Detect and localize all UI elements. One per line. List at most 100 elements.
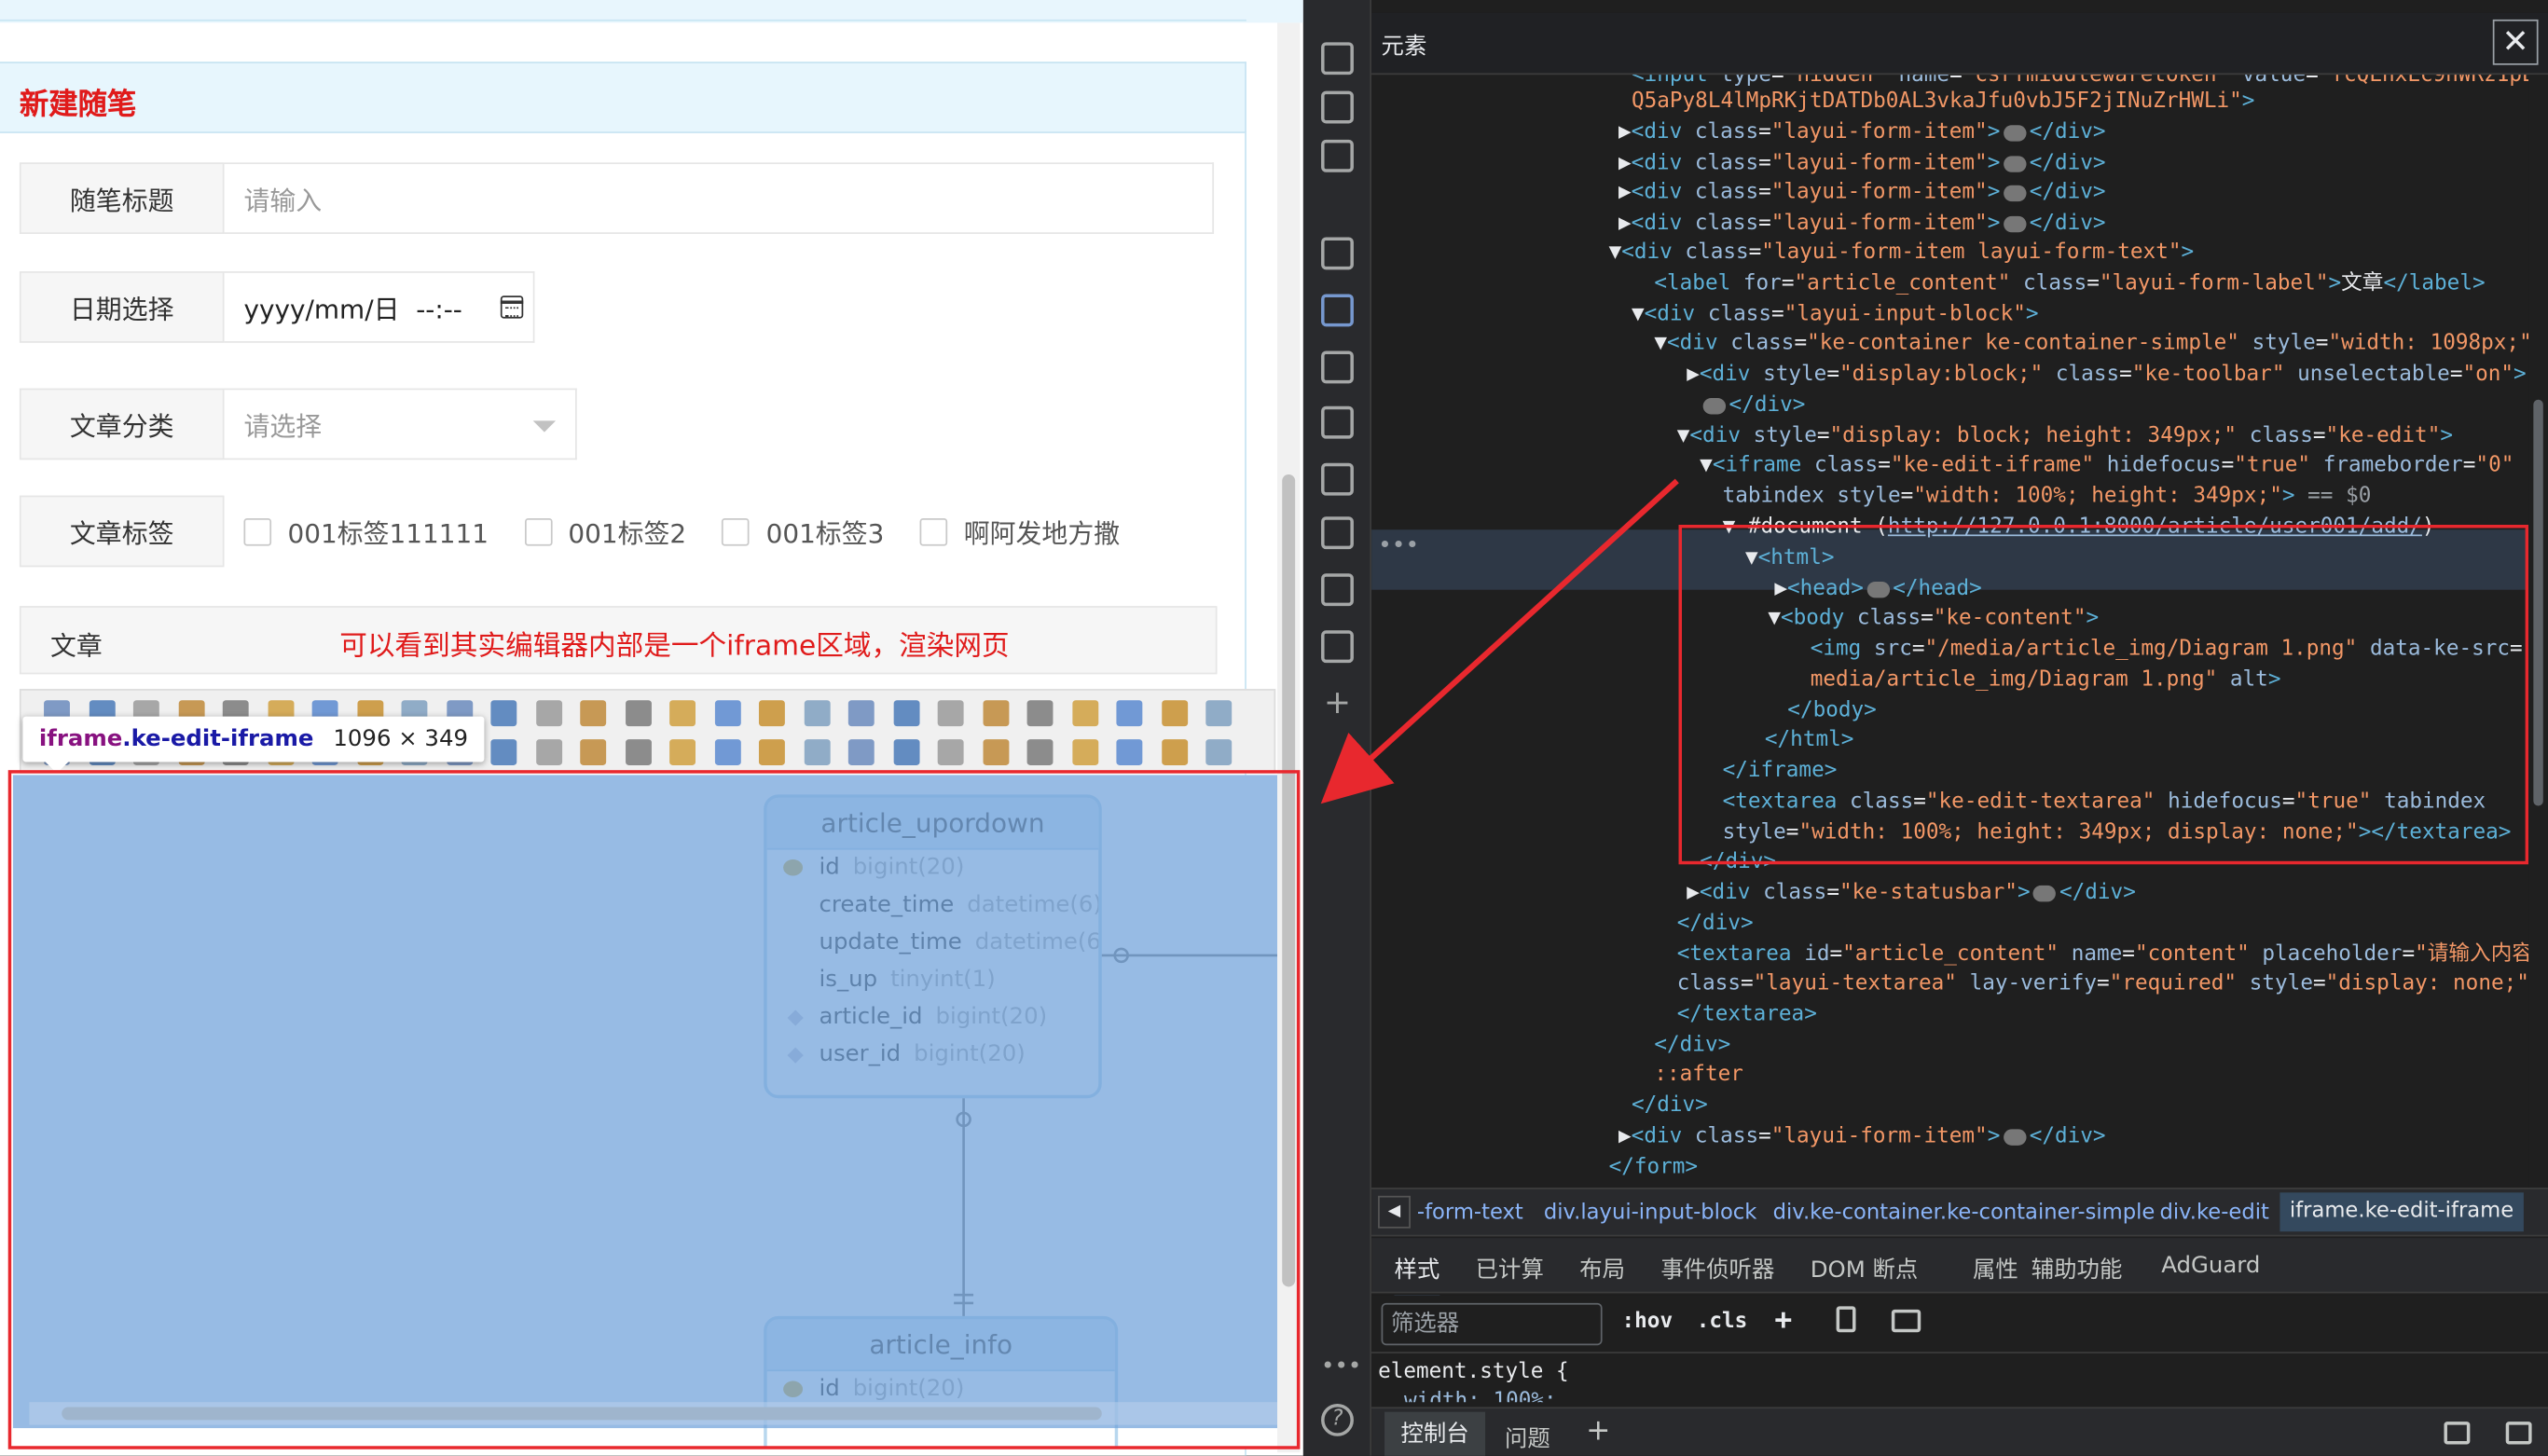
toolbar-button-icon[interactable] xyxy=(535,700,562,727)
dom-line[interactable]: class="layui-textarea" lay-verify="requi… xyxy=(1677,970,2528,999)
checkbox-icon[interactable] xyxy=(243,517,272,545)
toolbar-button-icon[interactable] xyxy=(580,700,607,727)
dock-drawer-icon[interactable] xyxy=(2444,1422,2471,1445)
dom-line[interactable]: ▼<div class="layui-form-item layui-form-… xyxy=(1609,239,2195,268)
dom-line[interactable]: </textarea> xyxy=(1677,1001,1817,1030)
tab-properties[interactable]: 属性 xyxy=(1973,1253,2018,1285)
dom-line[interactable]: ▶<div class="layui-form-item"> </div> xyxy=(1618,118,2106,147)
console-icon[interactable] xyxy=(1321,350,1354,384)
breadcrumb-item[interactable]: div.ke-edit xyxy=(2159,1201,2268,1225)
toolbar-button-icon[interactable] xyxy=(1116,700,1143,727)
tag-checkbox[interactable]: 啊阿发地方撒 xyxy=(919,512,1120,551)
tab-styles[interactable]: 样式 xyxy=(1394,1253,1440,1298)
home-icon[interactable] xyxy=(1321,237,1354,270)
dom-line[interactable]: ▶<div class="layui-form-item"> </div> xyxy=(1618,210,2106,239)
toolbar-button-icon[interactable] xyxy=(758,739,785,765)
checkbox-icon[interactable] xyxy=(524,517,552,545)
filter-input[interactable]: 筛选器 xyxy=(1381,1302,1603,1346)
breadcrumb-item-current[interactable]: iframe.ke-edit-iframe xyxy=(2279,1192,2524,1232)
dom-line[interactable]: ▶<div class="layui-form-item"> </div> xyxy=(1618,1122,2106,1151)
dom-line[interactable]: </div> xyxy=(1632,1092,1708,1120)
dom-line[interactable]: ▼<div style="display: block; height: 349… xyxy=(1677,422,2453,451)
checkbox-icon[interactable] xyxy=(722,517,751,545)
tab-accessibility[interactable]: 辅助功能 xyxy=(2032,1253,2123,1285)
toolbar-button-icon[interactable] xyxy=(1161,739,1188,765)
tab-issues[interactable]: 问题 xyxy=(1505,1422,1550,1454)
tab-event-listeners[interactable]: 事件侦听器 xyxy=(1660,1253,1774,1285)
network-icon[interactable] xyxy=(1321,462,1354,496)
breadcrumb-item[interactable]: -form-text xyxy=(1417,1201,1523,1225)
elements-icon[interactable] xyxy=(1321,294,1354,327)
title-input[interactable]: 请输入 xyxy=(224,162,1215,234)
breadcrumb-back-icon[interactable]: ◀ xyxy=(1378,1195,1411,1229)
toolbar-button-icon[interactable] xyxy=(714,700,740,727)
tab-dom-breakpoints[interactable]: DOM 断点 xyxy=(1811,1253,1919,1285)
dock-icon[interactable] xyxy=(1321,139,1354,172)
dom-tree[interactable]: ••• <input type="hidden" name="csrfmiddl… xyxy=(1371,75,2529,1188)
toolbar-button-icon[interactable] xyxy=(982,739,1009,765)
toolbar-button-icon[interactable] xyxy=(669,739,696,765)
new-rule-icon[interactable]: + xyxy=(1774,1303,1792,1338)
dom-line[interactable]: </div> xyxy=(1654,1032,1730,1061)
paint-icon[interactable] xyxy=(1836,1306,1856,1333)
inspect-element-icon[interactable] xyxy=(1321,42,1354,76)
dom-line[interactable]: ▶<div style="display:block;" class="ke-t… xyxy=(1687,361,2526,390)
breadcrumb-item[interactable]: div.ke-container.ke-container-simple xyxy=(1773,1201,2155,1225)
category-select[interactable]: 请选择 xyxy=(224,388,577,460)
toolbar-button-icon[interactable] xyxy=(1071,739,1098,765)
tab-adguard[interactable]: AdGuard xyxy=(2161,1253,2260,1279)
sidebar-toggle-icon[interactable] xyxy=(1891,1309,1921,1333)
application-icon[interactable] xyxy=(1321,630,1354,664)
add-drawer-tab-icon[interactable]: + xyxy=(1586,1413,1610,1448)
checkbox-icon[interactable] xyxy=(919,517,948,545)
performance-icon[interactable] xyxy=(1321,516,1354,550)
toolbar-button-icon[interactable] xyxy=(535,739,562,765)
toolbar-button-icon[interactable] xyxy=(1071,700,1098,727)
toolbar-button-icon[interactable] xyxy=(847,700,875,727)
date-input[interactable]: yyyy/mm/日 --:-- xyxy=(224,271,535,343)
toolbar-button-icon[interactable] xyxy=(937,739,964,765)
dom-line[interactable]: ▶<div class="layui-form-item"> </div> xyxy=(1618,179,2106,208)
dom-line[interactable]: </form> xyxy=(1609,1154,1699,1183)
tab-computed[interactable]: 已计算 xyxy=(1476,1253,1544,1285)
scrollbar-thumb[interactable] xyxy=(2533,399,2543,806)
memory-icon[interactable] xyxy=(1321,573,1354,607)
toolbar-button-icon[interactable] xyxy=(490,739,517,765)
tab-layout[interactable]: 布局 xyxy=(1579,1253,1625,1285)
hov-button[interactable]: :hov xyxy=(1622,1310,1673,1334)
dom-line[interactable]: ▶<div class="layui-form-item"> </div> xyxy=(1618,149,2106,178)
toolbar-button-icon[interactable] xyxy=(937,700,964,727)
toolbar-button-icon[interactable] xyxy=(982,700,1009,727)
toolbar-button-icon[interactable] xyxy=(669,700,696,727)
help-icon[interactable]: ? xyxy=(1321,1403,1354,1436)
dom-line[interactable]: <textarea id="article_content" name="con… xyxy=(1677,941,2528,969)
toolbar-button-icon[interactable] xyxy=(847,739,875,765)
calendar-icon[interactable] xyxy=(500,295,524,319)
dom-line[interactable]: ▶<div class="ke-statusbar"> </div> xyxy=(1687,879,2136,908)
close-icon[interactable]: ✕ xyxy=(2492,19,2539,65)
cls-button[interactable]: .cls xyxy=(1697,1310,1748,1334)
dom-line[interactable]: ::after xyxy=(1654,1061,1743,1090)
breadcrumb-item[interactable]: div.layui-input-block xyxy=(1544,1201,1757,1225)
add-tool-icon[interactable]: + xyxy=(1321,686,1354,720)
tab-console[interactable]: 控制台 xyxy=(1384,1411,1486,1456)
toolbar-button-icon[interactable] xyxy=(625,700,652,727)
device-emulation-icon[interactable] xyxy=(1321,90,1354,124)
toolbar-button-icon[interactable] xyxy=(892,739,919,765)
dom-line[interactable]: Q5aPy8L4lMpRKjtDATDb0AL3vkaJfu0vbJ5F2jIN… xyxy=(1632,88,2254,117)
dom-line-selected[interactable]: tabindex style="width: 100%; height: 349… xyxy=(1723,483,2372,512)
tag-checkbox[interactable]: 001标签3 xyxy=(722,512,884,551)
undock-icon[interactable] xyxy=(2505,1422,2532,1445)
more-tools-icon[interactable]: ••• xyxy=(1321,1353,1361,1386)
toolbar-button-icon[interactable] xyxy=(803,700,830,727)
toolbar-button-icon[interactable] xyxy=(1116,739,1143,765)
toolbar-button-icon[interactable] xyxy=(1026,700,1054,727)
node-actions-icon[interactable]: ••• xyxy=(1378,533,1419,559)
dom-line[interactable]: </div> xyxy=(1700,391,1805,420)
dom-line[interactable]: </div> xyxy=(1677,910,1754,939)
toolbar-button-icon[interactable] xyxy=(625,739,652,765)
dom-line[interactable]: <label for="article_content" class="layu… xyxy=(1654,269,2485,298)
toolbar-button-icon[interactable] xyxy=(892,700,919,727)
tag-checkbox[interactable]: 001标签2 xyxy=(524,512,686,551)
toolbar-button-icon[interactable] xyxy=(1026,739,1054,765)
